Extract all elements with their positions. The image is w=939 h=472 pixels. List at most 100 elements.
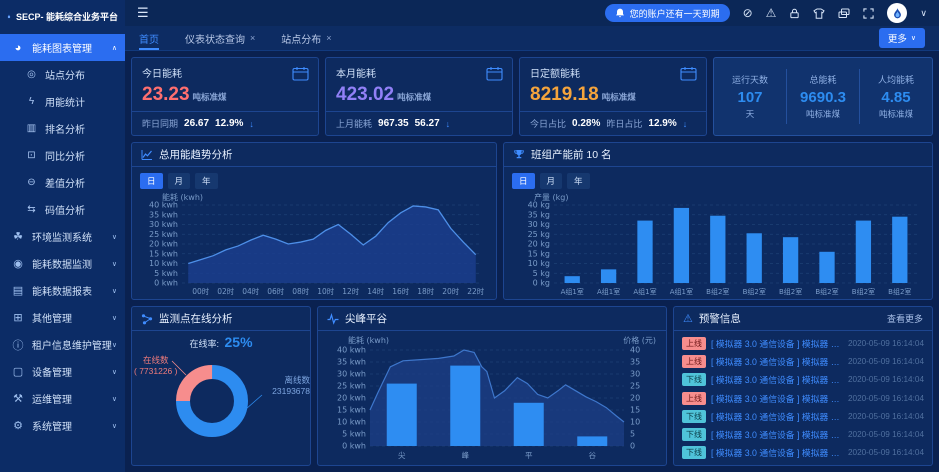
user-avatar[interactable] bbox=[887, 3, 907, 23]
svg-text:0: 0 bbox=[630, 442, 635, 451]
site-icon: ◎ bbox=[24, 69, 39, 80]
theme-tshirt-icon[interactable] bbox=[813, 8, 825, 19]
trend-chart-card: 总用能趋势分析 日 月 年 0 kwh5 kwh10 kwh15 kwh20 k… bbox=[131, 142, 497, 300]
svg-text:5 kwh: 5 kwh bbox=[154, 269, 178, 278]
info-icon: ⓘ bbox=[10, 337, 26, 353]
shield-icon[interactable]: ⊘ bbox=[743, 7, 753, 19]
svg-text:15 kg: 15 kg bbox=[528, 249, 550, 258]
svg-text:25 kwh: 25 kwh bbox=[337, 382, 366, 391]
status-badge: 下线 bbox=[682, 373, 706, 386]
kpi-card-today: 今日能耗 23.23吨标准煤 昨日同期26.67 12.9%↓ bbox=[131, 57, 319, 136]
svg-text:能耗 (kwh): 能耗 (kwh) bbox=[348, 335, 389, 345]
alert-row[interactable]: 上线 [ 模拟器 3.0 通信设备 ] 模拟器 3.0... 2020-05-0… bbox=[682, 391, 924, 406]
kpi-card-month: 本月能耗 423.02吨标准煤 上月能耗967.35 56.27↓ bbox=[325, 57, 513, 136]
sidebar-item-code-analysis[interactable]: ⇆ 码值分析 bbox=[0, 196, 125, 223]
svg-text:5 kg: 5 kg bbox=[533, 269, 550, 278]
sidebar-item-ranking[interactable]: ▥ 排名分析 bbox=[0, 115, 125, 142]
svg-text:0 kwh: 0 kwh bbox=[154, 279, 178, 288]
app-title: SECP- 能耗综合业务平台 bbox=[16, 10, 118, 23]
hamburger-menu-icon[interactable]: ☰ bbox=[137, 5, 149, 21]
online-donut-chart bbox=[132, 331, 294, 459]
sidebar-group-tenant-info[interactable]: ⓘ 租户信息维护管理 ∨ bbox=[0, 331, 125, 358]
svg-text:10 kg: 10 kg bbox=[528, 259, 550, 268]
alert-list: 上线 [ 模拟器 3.0 通信设备 ] 模拟器 3.0... 2020-05-0… bbox=[674, 331, 932, 465]
status-badge: 上线 bbox=[682, 392, 706, 405]
sidebar-group-system-mgmt[interactable]: ⚙ 系统管理 ∨ bbox=[0, 412, 125, 439]
svg-text:15 kwh: 15 kwh bbox=[337, 406, 366, 415]
device-icon: ▢ bbox=[10, 365, 26, 378]
images-icon[interactable] bbox=[838, 8, 850, 19]
period-day-button[interactable]: 日 bbox=[140, 173, 163, 189]
sidebar-group-energy-monitoring[interactable]: ◉ 能耗数据监测 ∨ bbox=[0, 250, 125, 277]
rank-bar-chart: 0 kg5 kg10 kg15 kg20 kg25 kg30 kg35 kg40… bbox=[512, 192, 924, 296]
topbar: ☰ 您的账户还有一天到期 ⊘ ⚠ bbox=[125, 0, 939, 26]
warning-icon[interactable]: ⚠ bbox=[766, 7, 777, 19]
close-icon[interactable]: × bbox=[326, 33, 331, 43]
down-arrow-icon: ↓ bbox=[249, 119, 254, 129]
sidebar-item-diff-analysis[interactable]: ⊖ 差值分析 bbox=[0, 169, 125, 196]
svg-text:06时: 06时 bbox=[267, 286, 285, 296]
svg-text:10: 10 bbox=[630, 418, 640, 427]
period-month-button[interactable]: 月 bbox=[540, 173, 563, 189]
view-more-link[interactable]: 查看更多 bbox=[887, 312, 923, 325]
period-day-button[interactable]: 日 bbox=[512, 173, 535, 189]
period-year-button[interactable]: 年 bbox=[567, 173, 590, 189]
sidebar-item-site-distribution[interactable]: ◎ 站点分布 bbox=[0, 61, 125, 88]
stat-running-days: 运行天数 107 天 bbox=[714, 69, 786, 124]
tools-icon: ⚒ bbox=[10, 392, 26, 405]
sidebar-group-other-mgmt[interactable]: ⊞ 其他管理 ∨ bbox=[0, 304, 125, 331]
period-year-button[interactable]: 年 bbox=[195, 173, 218, 189]
alert-row[interactable]: 上线 [ 模拟器 3.0 通信设备 ] 模拟器 3.0... 2020-05-0… bbox=[682, 354, 924, 369]
alert-row[interactable]: 下线 [ 模拟器 3.0 通信设备 ] 模拟器 3.0... 2020-05-0… bbox=[682, 372, 924, 387]
peak-valley-chart: 0 kwh5 kwh10 kwh15 kwh20 kwh25 kwh30 kwh… bbox=[326, 335, 658, 461]
svg-text:20: 20 bbox=[630, 394, 640, 403]
svg-text:18时: 18时 bbox=[417, 286, 435, 296]
tab-meter-status[interactable]: 仪表状态查询 × bbox=[185, 26, 255, 50]
alert-row[interactable]: 下线 [ 模拟器 3.0 通信设备 ] 模拟器 3.0... 2020-05-0… bbox=[682, 427, 924, 442]
svg-text:35 kg: 35 kg bbox=[528, 210, 550, 219]
notification-banner[interactable]: 您的账户还有一天到期 bbox=[605, 4, 730, 22]
alerts-card: ⚠ 预警信息 查看更多 上线 [ 模拟器 3.0 通信设备 ] 模拟器 3.0.… bbox=[673, 306, 933, 466]
chart-title: 班组产能前 10 名 bbox=[531, 147, 612, 162]
svg-text:40 kwh: 40 kwh bbox=[337, 346, 366, 355]
chevron-down-icon: ∨ bbox=[112, 422, 117, 430]
sidebar-group-energy-charts[interactable]: ◕ 能耗图表管理 ∧ bbox=[0, 34, 125, 61]
chevron-down-icon: ∨ bbox=[112, 260, 117, 268]
svg-text:0 kwh: 0 kwh bbox=[342, 442, 366, 451]
close-icon[interactable]: × bbox=[250, 33, 255, 43]
svg-text:5 kwh: 5 kwh bbox=[342, 430, 366, 439]
gauge-icon: ◉ bbox=[10, 257, 26, 270]
tab-home[interactable]: 首页 bbox=[139, 26, 159, 50]
lock-icon[interactable] bbox=[789, 8, 800, 19]
sidebar-item-yoy-analysis[interactable]: ⊡ 同比分析 bbox=[0, 142, 125, 169]
alert-row[interactable]: 上线 [ 模拟器 3.0 通信设备 ] 模拟器 3.0... 2020-05-0… bbox=[682, 336, 924, 351]
svg-text:B组2室: B组2室 bbox=[888, 287, 911, 296]
svg-text:20 kg: 20 kg bbox=[528, 240, 550, 249]
report-icon: ▤ bbox=[10, 284, 26, 297]
swap-icon: ⇆ bbox=[24, 204, 39, 215]
kpi-value: 8219.18 bbox=[530, 84, 599, 105]
svg-text:30 kwh: 30 kwh bbox=[337, 370, 366, 379]
tab-site-distribution[interactable]: 站点分布 × bbox=[281, 26, 331, 50]
minus-circle-icon: ⊖ bbox=[24, 177, 39, 188]
period-month-button[interactable]: 月 bbox=[168, 173, 191, 189]
chevron-down-icon: ∨ bbox=[112, 368, 117, 376]
more-button[interactable]: 更多 ∨ bbox=[879, 28, 925, 48]
sidebar-group-device-mgmt[interactable]: ▢ 设备管理 ∨ bbox=[0, 358, 125, 385]
sidebar-group-ops-mgmt[interactable]: ⚒ 运维管理 ∨ bbox=[0, 385, 125, 412]
sidebar-group-env-monitoring[interactable]: ☘ 环境监测系统 ∨ bbox=[0, 223, 125, 250]
chevron-down-icon[interactable]: ∨ bbox=[920, 8, 927, 19]
app-logo[interactable]: SECP- 能耗综合业务平台 bbox=[0, 0, 125, 32]
sidebar-group-energy-reports[interactable]: ▤ 能耗数据报表 ∨ bbox=[0, 277, 125, 304]
alert-row[interactable]: 下线 [ 模拟器 3.0 通信设备 ] 模拟器 3.0... 2020-05-0… bbox=[682, 409, 924, 424]
fullscreen-icon[interactable] bbox=[863, 8, 874, 19]
trend-period-switch: 日 月 年 bbox=[140, 173, 488, 189]
svg-text:40: 40 bbox=[630, 346, 640, 355]
sidebar-item-energy-stats[interactable]: ϟ 用能统计 bbox=[0, 88, 125, 115]
svg-text:产量 (kg): 产量 (kg) bbox=[534, 192, 569, 202]
gear-icon: ⚙ bbox=[10, 419, 26, 432]
alert-row[interactable]: 下线 [ 模拟器 3.0 通信设备 ] 模拟器 3.0... 2020-05-0… bbox=[682, 445, 924, 460]
kpi-card-quota: 日定额能耗 8219.18吨标准煤 今日占比0.28% 昨日占比12.9% ↓ bbox=[519, 57, 707, 136]
svg-text:10 kwh: 10 kwh bbox=[149, 259, 178, 268]
leaf-icon: ☘ bbox=[10, 230, 26, 243]
